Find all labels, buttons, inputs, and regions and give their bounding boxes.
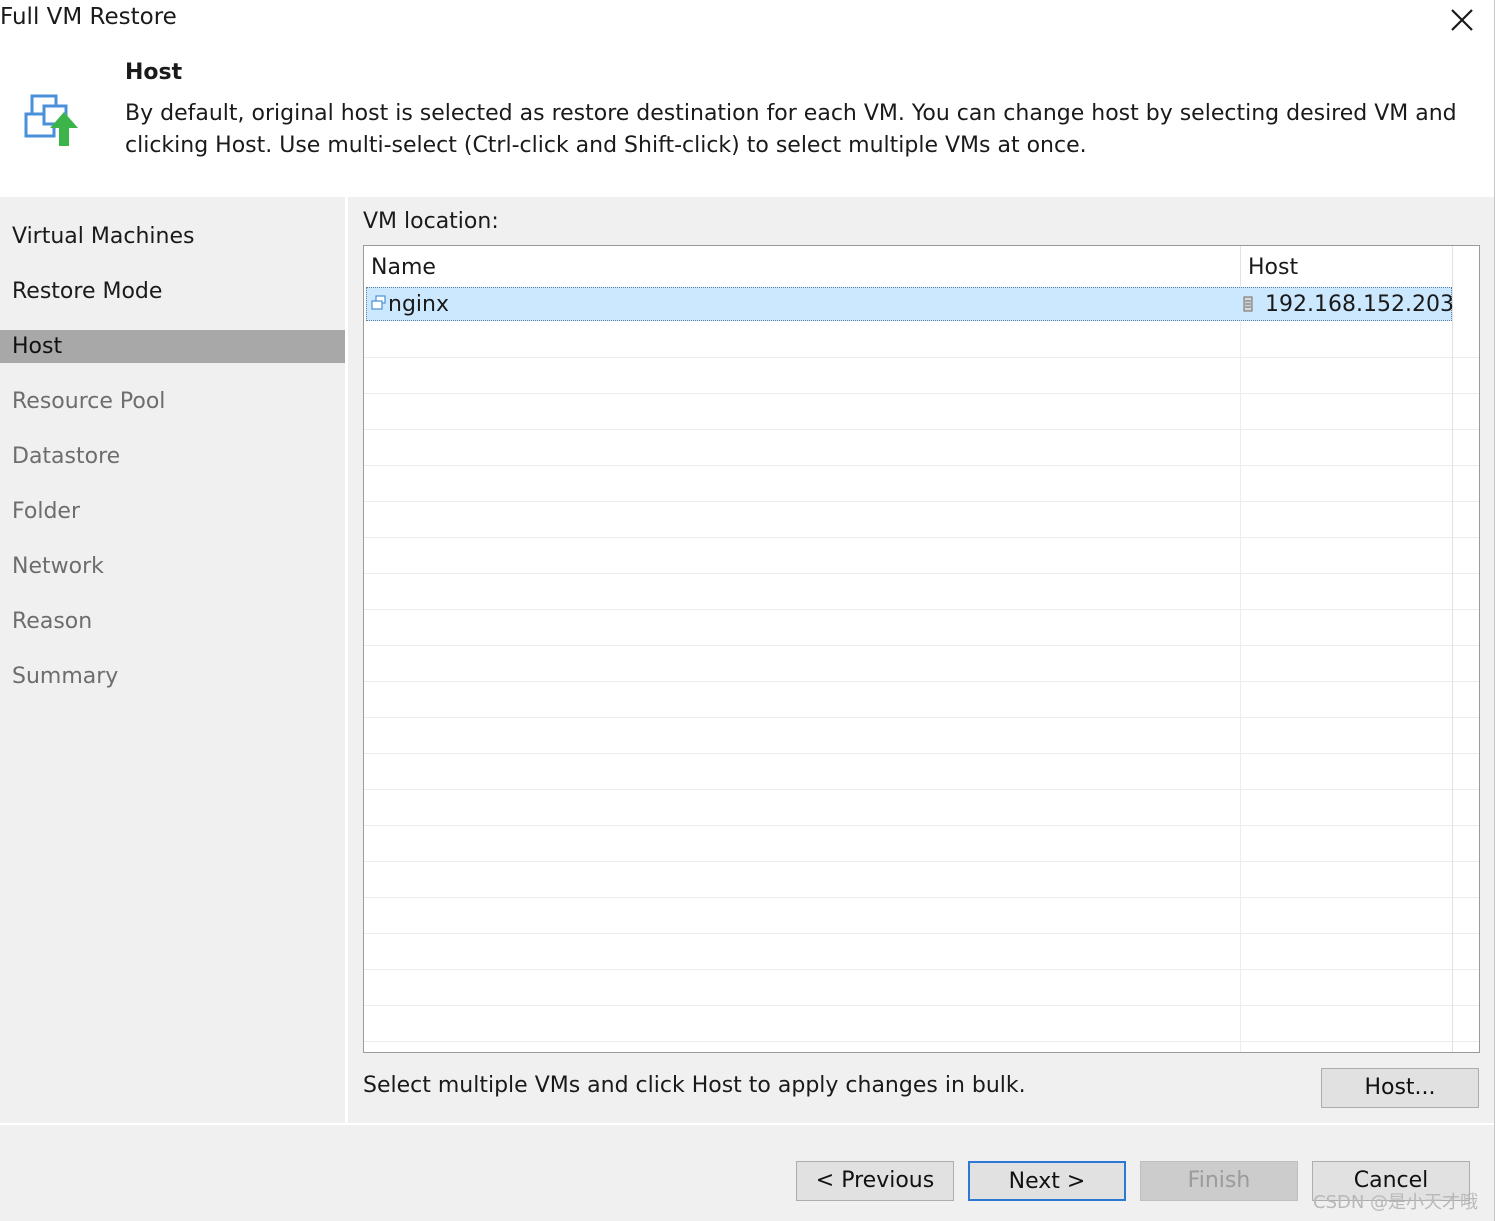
row-divider (364, 609, 1479, 610)
vm-icon (371, 295, 387, 311)
next-button[interactable]: Next > (968, 1161, 1126, 1201)
host-cell: 192.168.152.203 (1265, 292, 1454, 317)
wizard-steps-nav: Virtual Machines Restore Mode Host Resou… (0, 197, 345, 1123)
full-vm-restore-dialog: Full VM Restore Host By default, origina… (0, 0, 1501, 1221)
row-divider (364, 573, 1479, 574)
column-header-host[interactable]: Host (1240, 246, 1452, 286)
vm-name-cell: nginx (388, 292, 449, 317)
nav-step-host[interactable]: Host (0, 330, 345, 363)
nav-step-virtual-machines[interactable]: Virtual Machines (0, 220, 345, 253)
row-divider (364, 933, 1479, 934)
step-description: By default, original host is selected as… (125, 101, 1457, 158)
row-divider (364, 501, 1479, 502)
nav-step-network: Network (12, 554, 104, 579)
bulk-hint-text: Select multiple VMs and click Host to ap… (363, 1073, 1026, 1098)
row-divider (364, 393, 1479, 394)
row-divider (364, 717, 1479, 718)
row-divider (364, 789, 1479, 790)
table-row[interactable]: nginx 192.168.152.203 (366, 287, 1454, 321)
window-edge (1494, 0, 1501, 1221)
nav-step-summary: Summary (12, 664, 119, 689)
close-icon[interactable] (1446, 4, 1478, 36)
row-divider (364, 645, 1479, 646)
nav-step-reason: Reason (12, 609, 93, 634)
nav-step-resource-pool: Resource Pool (12, 389, 166, 414)
row-divider (364, 465, 1479, 466)
main-panel: VM location: Name Host nginx 192.168.152… (348, 197, 1494, 1123)
row-divider (364, 681, 1479, 682)
previous-button[interactable]: < Previous (796, 1161, 954, 1201)
wizard-footer: < Previous Next > Finish Cancel (0, 1123, 1494, 1221)
nav-step-restore-mode[interactable]: Restore Mode (0, 275, 345, 308)
step-title: Host (125, 60, 183, 85)
host-server-icon (1243, 296, 1253, 312)
row-divider (364, 1041, 1479, 1042)
row-divider (364, 429, 1479, 430)
finish-button: Finish (1140, 1161, 1298, 1201)
vm-location-table[interactable]: Name Host nginx 192.168.152.203 (363, 245, 1480, 1053)
select-host-button[interactable]: Host... (1321, 1068, 1479, 1108)
watermark-text: CSDN @是小天才哦 (1313, 1192, 1479, 1213)
restore-vm-icon (22, 92, 82, 152)
nav-step-datastore: Datastore (12, 444, 121, 469)
nav-step-folder: Folder (12, 499, 80, 524)
row-divider (364, 969, 1479, 970)
row-divider (364, 357, 1479, 358)
row-divider (364, 825, 1479, 826)
row-divider (364, 753, 1479, 754)
vm-location-label: VM location: (363, 209, 499, 234)
table-header: Name Host (364, 246, 1452, 286)
row-divider (364, 537, 1479, 538)
column-divider (1452, 246, 1453, 1052)
column-divider (1240, 286, 1241, 1052)
row-divider (364, 861, 1479, 862)
column-header-name[interactable]: Name (364, 246, 1240, 286)
window-title: Full VM Restore (0, 4, 177, 30)
row-divider (364, 897, 1479, 898)
row-divider (364, 1005, 1479, 1006)
